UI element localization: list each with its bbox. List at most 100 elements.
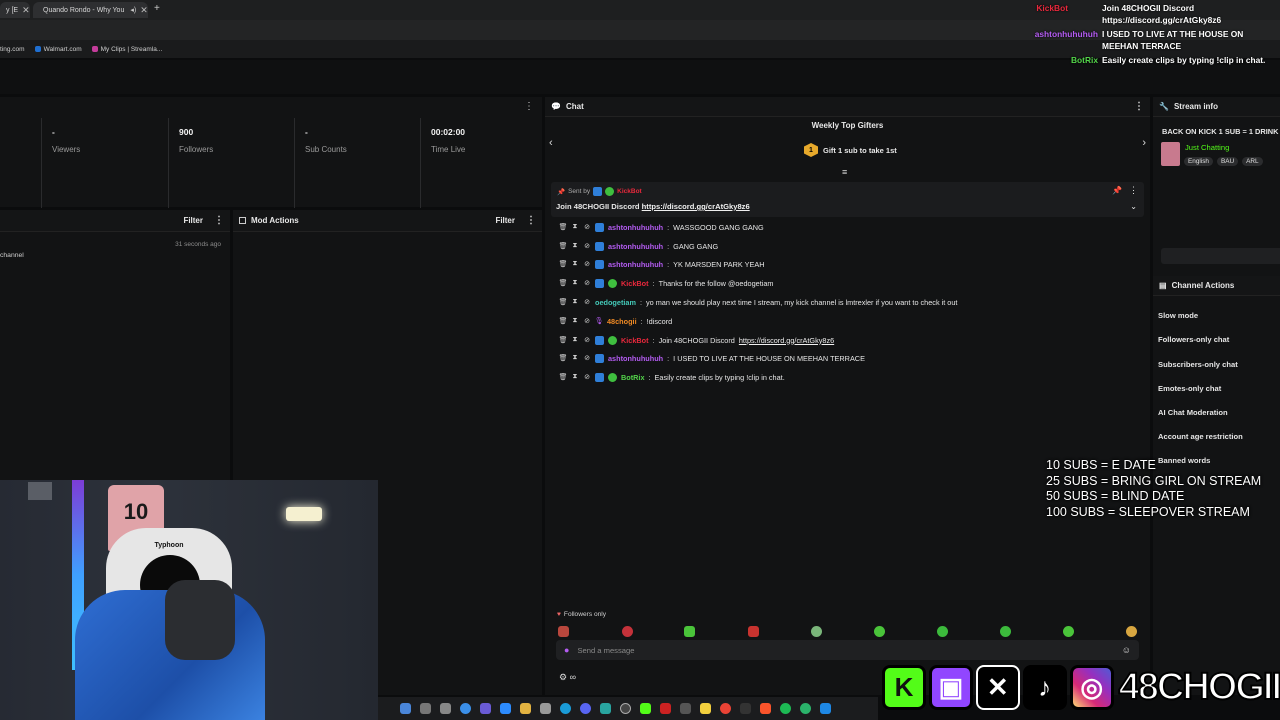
emote-icon[interactable] (1063, 626, 1074, 637)
emotes-only-toggle[interactable]: Emotes-only chat (1158, 384, 1221, 393)
browser-tab-active[interactable]: Quando Rondo - Why You ◂) ✕ (33, 2, 148, 18)
bookmark-item[interactable]: ting.com (0, 46, 25, 53)
emote-icon[interactable] (748, 626, 759, 637)
delete-icon[interactable]: 🗑 (559, 317, 568, 325)
kebab-icon[interactable]: ⋮ (526, 215, 536, 226)
chevron-right-icon[interactable]: › (1142, 137, 1146, 149)
pinned-user[interactable]: KickBot (617, 188, 642, 195)
chat-username[interactable]: KickBot (621, 279, 649, 288)
obs-icon[interactable] (620, 703, 631, 714)
tag[interactable]: English (1184, 157, 1213, 166)
browser-tab[interactable]: y [E ✕ (0, 2, 30, 18)
timeout-icon[interactable]: ⧗ (571, 317, 579, 325)
chat-username[interactable]: ashtonhuhuhuh (608, 354, 663, 363)
speaker-icon[interactable]: ◂) (130, 6, 136, 14)
taskbar-app-icon[interactable] (420, 703, 431, 714)
edge-icon[interactable] (560, 703, 571, 714)
emote-icon[interactable] (937, 626, 948, 637)
taskbar-app-icon[interactable] (440, 703, 451, 714)
slow-mode-toggle[interactable]: Slow mode (1158, 311, 1198, 320)
timeout-icon[interactable]: ⧗ (571, 260, 579, 268)
account-age-toggle[interactable]: Account age restriction (1158, 432, 1243, 441)
brave-icon[interactable] (760, 703, 771, 714)
chevron-down-icon[interactable]: ⌄ (1130, 202, 1137, 211)
emote-icon[interactable] (622, 626, 633, 637)
taskbar-app-icon[interactable] (540, 703, 551, 714)
chat-username[interactable]: ashtonhuhuhuh (608, 242, 663, 251)
collapse-icon[interactable]: ≡ (842, 167, 847, 177)
filter-button[interactable]: Filter (495, 216, 515, 225)
kebab-icon[interactable]: ⋮ (214, 215, 224, 226)
timeout-icon[interactable]: ⧗ (571, 298, 579, 306)
chrome-icon[interactable] (720, 703, 731, 714)
ban-icon[interactable]: ⊘ (583, 279, 591, 287)
delete-icon[interactable]: 🗑 (559, 298, 568, 306)
delete-icon[interactable]: 🗑 (559, 223, 568, 231)
taskbar-app-icon[interactable] (400, 703, 411, 714)
delete-icon[interactable]: 🗑 (559, 336, 568, 344)
chat-username[interactable]: ashtonhuhuhuh (608, 260, 663, 269)
delete-icon[interactable]: 🗑 (559, 260, 568, 268)
subscribers-only-toggle[interactable]: Subscribers-only chat (1158, 360, 1238, 369)
taskbar-app-icon[interactable] (660, 703, 671, 714)
chat-settings-icon[interactable]: ⚙ ∞ (559, 672, 576, 683)
kebab-icon[interactable]: ⋮ (518, 101, 534, 112)
timeout-icon[interactable]: ⧗ (571, 373, 579, 381)
timeout-icon[interactable]: ⧗ (571, 242, 579, 250)
chat-username[interactable]: KickBot (621, 336, 649, 345)
chat-username[interactable]: oedogetiam (595, 298, 636, 307)
emote-icon[interactable] (1000, 626, 1011, 637)
emote-icon[interactable] (684, 626, 695, 637)
gift-sub-button[interactable]: 1 Gift 1 sub to take 1st (804, 143, 897, 157)
kebab-icon[interactable]: ⋮ (1129, 185, 1138, 196)
taskbar-app-icon[interactable] (500, 703, 511, 714)
delete-icon[interactable]: 🗑 (559, 242, 568, 250)
edit-stream-button[interactable] (1161, 248, 1280, 264)
chat-username[interactable]: ashtonhuhuhuh (608, 223, 663, 232)
ai-moderation-toggle[interactable]: AI Chat Moderation (1158, 408, 1228, 417)
ban-icon[interactable]: ⊘ (583, 336, 591, 344)
taskbar-app-icon[interactable] (800, 703, 811, 714)
emote-icon[interactable] (811, 626, 822, 637)
taskbar-app-icon[interactable] (460, 703, 471, 714)
timeout-icon[interactable]: ⧗ (571, 354, 579, 362)
tag[interactable]: BAU (1216, 157, 1239, 166)
ban-icon[interactable]: ⊘ (583, 223, 591, 231)
taskbar-app-icon[interactable] (680, 703, 691, 714)
delete-icon[interactable]: 🗑 (559, 279, 568, 287)
kebab-icon[interactable]: ⋮ (1134, 101, 1144, 112)
discord-link[interactable]: https://discord.gg/crAtGky8z6 (642, 202, 750, 211)
chat-link[interactable]: https://discord.gg/crAtGky8z6 (739, 336, 834, 345)
taskbar-app-icon[interactable] (820, 703, 831, 714)
ban-icon[interactable]: ⊘ (583, 317, 591, 325)
taskbar-app-icon[interactable] (740, 703, 751, 714)
filter-button[interactable]: Filter (183, 216, 203, 225)
ban-icon[interactable]: ⊘ (583, 373, 591, 381)
bookmark-item[interactable]: Walmart.com (34, 46, 82, 53)
ban-icon[interactable]: ⊘ (583, 354, 591, 362)
spotify-icon[interactable] (780, 703, 791, 714)
bookmark-item[interactable]: My Clips | Streamla... (91, 46, 162, 53)
category-link[interactable]: Just Chatting (1185, 143, 1229, 152)
emote-icon[interactable] (874, 626, 885, 637)
timeout-icon[interactable]: ⧗ (571, 336, 579, 344)
chat-input-box[interactable]: ● Send a message ☺ (556, 640, 1139, 660)
timeout-icon[interactable]: ⧗ (571, 279, 579, 287)
taskbar-app-icon[interactable] (480, 703, 491, 714)
ban-icon[interactable]: ⊘ (583, 260, 591, 268)
tag[interactable]: ARL (1242, 157, 1263, 166)
taskbar-app-icon[interactable] (700, 703, 711, 714)
chevron-left-icon[interactable]: ‹ (549, 137, 553, 149)
delete-icon[interactable]: 🗑 (559, 373, 568, 381)
ban-icon[interactable]: ⊘ (583, 242, 591, 250)
discord-icon[interactable] (580, 703, 591, 714)
emoji-icon[interactable]: ☺ (1122, 645, 1131, 655)
chat-username[interactable]: 48chogii (607, 317, 637, 326)
emote-icon[interactable] (1126, 626, 1137, 637)
taskbar-app-icon[interactable] (600, 703, 611, 714)
timeout-icon[interactable]: ⧗ (571, 223, 579, 231)
chat-username[interactable]: BotRix (621, 373, 645, 382)
delete-icon[interactable]: 🗑 (559, 354, 568, 362)
followers-only-toggle[interactable]: Followers-only chat (1158, 335, 1229, 344)
kick-icon[interactable] (640, 703, 651, 714)
